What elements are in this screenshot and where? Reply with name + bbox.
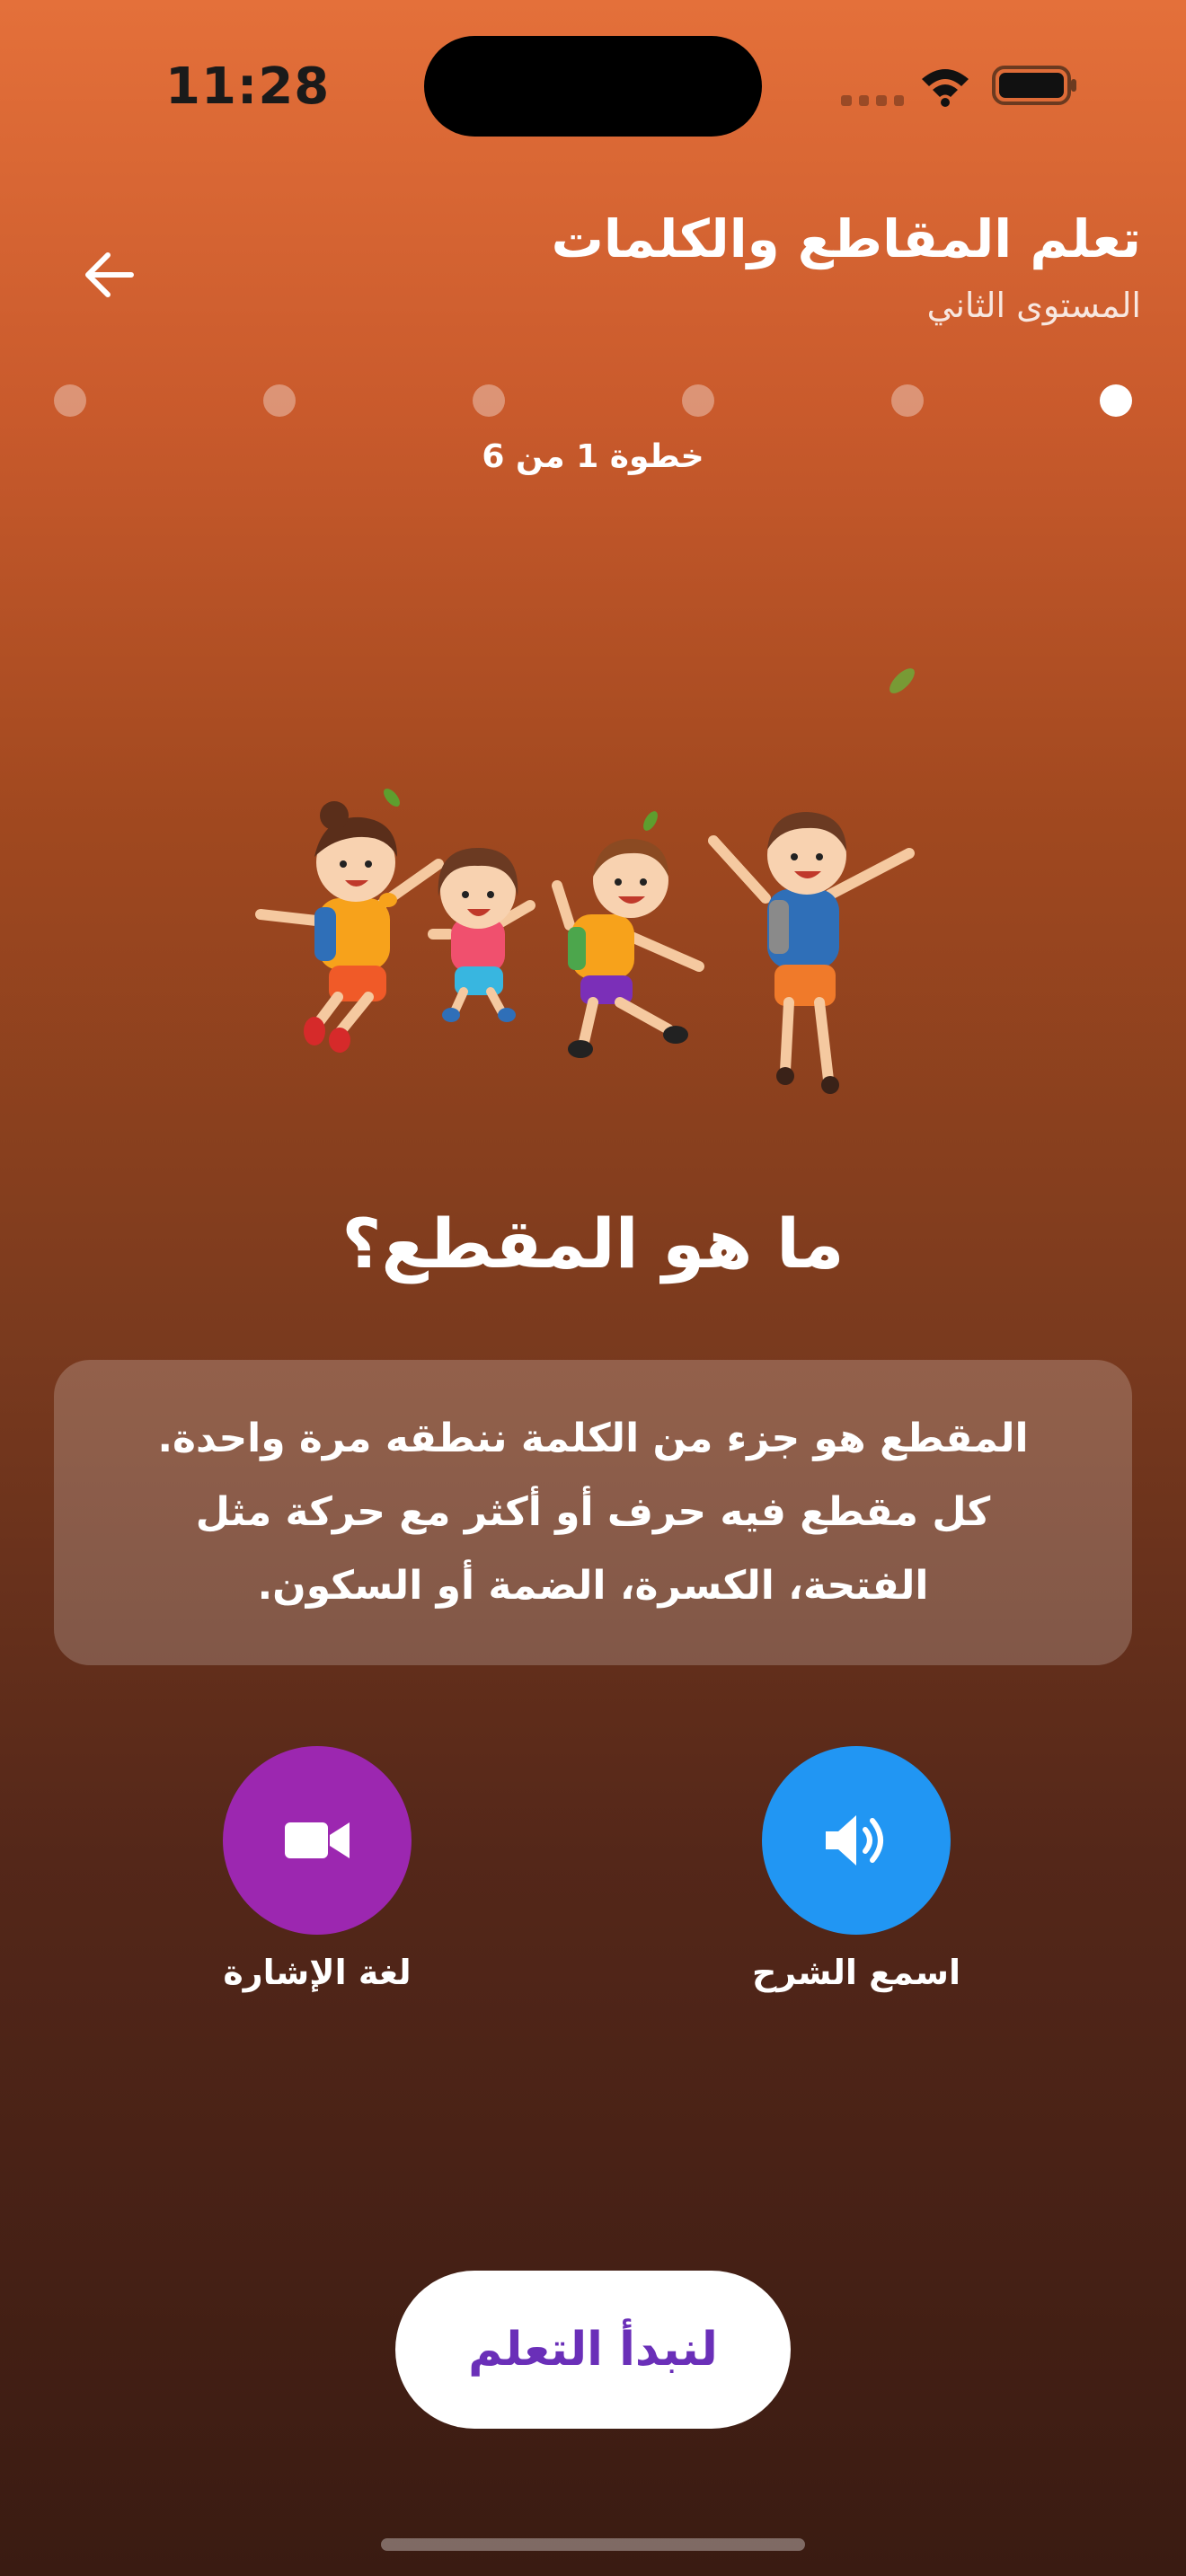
step-dot-2	[891, 384, 924, 417]
step-counter: خطوة 1 من 6	[482, 438, 704, 475]
battery-icon	[992, 66, 1076, 105]
status-time: 11:28	[165, 57, 331, 116]
cellular-signal-icon	[841, 95, 904, 106]
start-learning-label: لنبدأ التعلم	[468, 2323, 718, 2377]
listen-explanation-button[interactable]	[762, 1746, 951, 1935]
step-dot-3	[682, 384, 714, 417]
step-dot-4	[473, 384, 505, 417]
explanation-line-2: كل مقطع فيه حرف أو أكثر مع حركة مثل	[195, 1489, 991, 1535]
page-subtitle: المستوى الثاني	[926, 286, 1141, 325]
sign-language-button[interactable]	[223, 1746, 412, 1935]
back-arrow-icon[interactable]	[83, 248, 137, 302]
kids-jumping-illustration	[255, 668, 915, 1094]
explanation-card: المقطع هو جزء من الكلمة ننطقه مرة واحدة.…	[54, 1360, 1132, 1665]
explanation-line-3: الفتحة، الكسرة، الضمة أو السكون.	[257, 1563, 929, 1609]
explanation-line-1: المقطع هو جزء من الكلمة ننطقه مرة واحدة.	[157, 1416, 1029, 1461]
wifi-icon	[922, 69, 969, 107]
home-indicator[interactable]	[381, 2538, 805, 2551]
explanation-text: المقطع هو جزء من الكلمة ننطقه مرة واحدة.…	[99, 1402, 1087, 1623]
step-dot-6	[54, 384, 86, 417]
video-camera-icon	[285, 1822, 350, 1858]
sign-language-label: لغة الإشارة	[223, 1953, 412, 1992]
page-title: تعلم المقاطع والكلمات	[551, 208, 1141, 269]
lesson-heading: ما هو المقطع؟	[341, 1204, 845, 1284]
step-dot-1-active	[1100, 384, 1132, 417]
speaker-icon	[826, 1815, 883, 1866]
start-learning-button[interactable]: لنبدأ التعلم	[395, 2271, 791, 2429]
listen-explanation-label: اسمع الشرح	[751, 1953, 961, 1992]
dynamic-island	[424, 36, 762, 137]
step-dot-5	[263, 384, 296, 417]
